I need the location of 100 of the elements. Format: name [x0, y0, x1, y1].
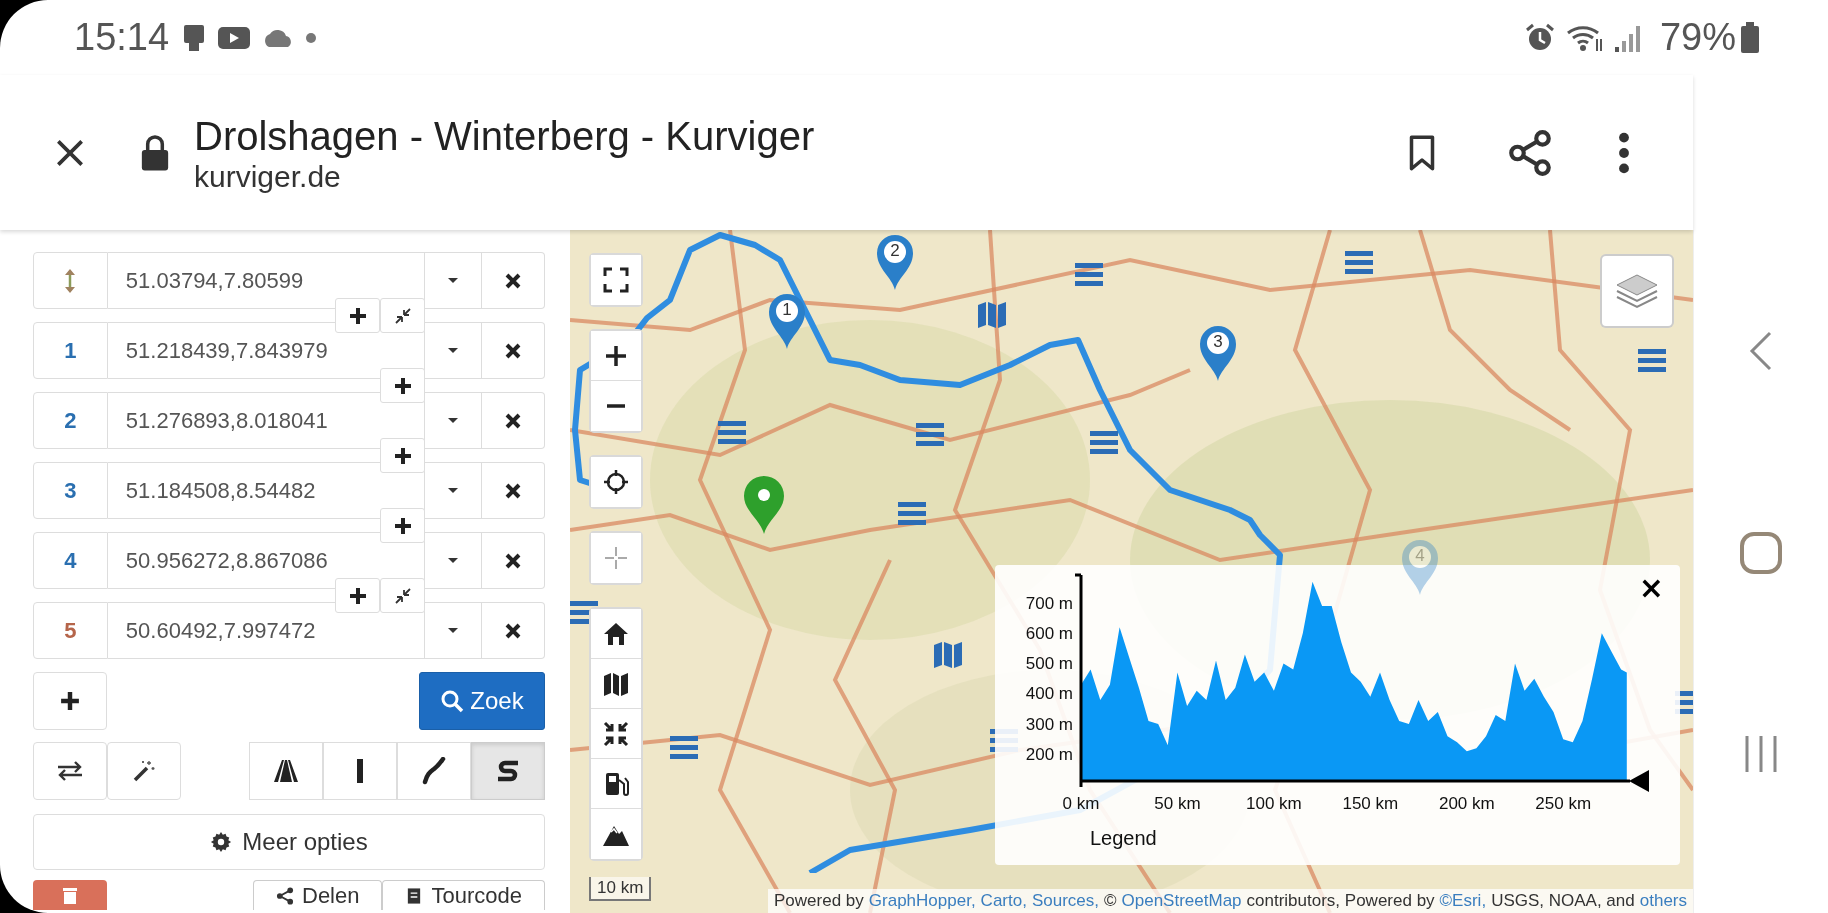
plus-icon	[393, 376, 412, 395]
delete-button[interactable]	[33, 880, 107, 910]
remove-button[interactable]	[482, 462, 545, 519]
menu-bars-icon	[718, 420, 746, 446]
close-icon	[504, 621, 523, 640]
coordinate-field[interactable]: 50.60492,7.997472	[107, 602, 426, 659]
gear-icon	[210, 831, 233, 853]
magic-wand-icon	[132, 759, 156, 783]
tourcode-button[interactable]: Tourcode	[382, 880, 545, 910]
route-type-button[interactable]	[471, 742, 545, 800]
recent-apps-icon[interactable]	[1743, 733, 1779, 774]
attribution-link[interactable]: Sources,	[1031, 891, 1099, 911]
home-button[interactable]	[591, 609, 641, 659]
insert-button[interactable]	[335, 578, 380, 613]
coordinate-field[interactable]: 51.218439,7.843979	[107, 322, 426, 379]
fullscreen-icon	[602, 266, 630, 294]
minus-icon	[606, 404, 626, 408]
menu-bars-icon	[1345, 250, 1373, 276]
zoom-in-button[interactable]	[591, 331, 641, 381]
end-marker-icon[interactable]	[1629, 770, 1649, 792]
more-icon[interactable]	[1617, 130, 1631, 175]
coordinate-field[interactable]: 51.276893,8.018041	[107, 392, 426, 449]
waypoint-number: 4	[33, 532, 108, 589]
axis-tick-label: 100 km	[1246, 794, 1302, 813]
attribution-link[interactable]: ©Esri,	[1439, 891, 1487, 911]
remove-button[interactable]	[482, 392, 545, 449]
waypoint-number: 2	[33, 392, 108, 449]
coordinate-field[interactable]: 50.956272,8.867086	[107, 532, 426, 589]
menu-bars-icon	[1638, 348, 1666, 374]
video-icon	[217, 24, 252, 51]
swap-icon	[56, 761, 84, 781]
attribution-link[interactable]: others	[1639, 891, 1687, 911]
locate-button[interactable]	[591, 457, 641, 507]
caret-icon	[446, 485, 461, 496]
crosshair-icon	[602, 544, 630, 572]
coordinate-field[interactable]: 51.03794,7.80599	[107, 252, 426, 309]
plus-icon	[348, 306, 367, 325]
plus-icon	[393, 446, 412, 465]
route-type-button[interactable]	[323, 742, 397, 800]
attribution-link[interactable]: Carto,	[980, 891, 1027, 911]
attribution-text: USGS, NOAA, and	[1491, 891, 1635, 911]
axis-tick-label: 600 m	[1025, 623, 1073, 643]
close-button[interactable]: ×	[1634, 571, 1668, 605]
caret-icon	[446, 625, 461, 636]
close-icon	[504, 481, 523, 500]
lock-icon	[140, 133, 170, 172]
legend-label[interactable]: Legend	[1090, 827, 1157, 850]
merge-button[interactable]	[380, 298, 425, 333]
layers-button[interactable]	[1600, 254, 1674, 328]
remove-button[interactable]	[482, 252, 545, 309]
remove-button[interactable]	[482, 322, 545, 379]
attribution-link[interactable]: OpenStreetMap	[1121, 891, 1242, 911]
attribution-link[interactable]: GraphHopper,	[868, 891, 976, 911]
plus-icon	[348, 586, 367, 605]
caret-icon	[446, 345, 461, 356]
battery-percentage: 79%	[1659, 16, 1736, 59]
caret-icon	[446, 275, 461, 286]
crosshair-icon	[602, 468, 630, 496]
swap-button[interactable]	[33, 742, 107, 800]
remove-button[interactable]	[482, 532, 545, 589]
search-button[interactable]: Zoek	[419, 672, 545, 730]
page-url: kurviger.de	[194, 159, 342, 194]
merge-button[interactable]	[380, 578, 425, 613]
menu-bars-icon	[1090, 430, 1118, 456]
route-type-button[interactable]	[249, 742, 323, 800]
trash-icon	[61, 885, 79, 905]
drag-handle[interactable]	[33, 252, 108, 309]
axis-tick-label: 500 m	[1025, 654, 1073, 673]
scale-bar: 10 km	[589, 877, 652, 901]
waypoint-number: 5	[33, 602, 108, 659]
attribution-text: contributors, Powered by	[1246, 891, 1435, 911]
dot-icon	[305, 31, 318, 44]
axis-tick-label: 400 m	[1025, 684, 1073, 704]
axis-tick-label: 150 km	[1342, 794, 1399, 813]
fullscreen-button[interactable]	[591, 255, 641, 305]
compress-icon	[602, 719, 630, 748]
insert-button[interactable]	[380, 508, 425, 543]
close-icon	[504, 551, 523, 570]
clock-time: 15:14	[74, 16, 170, 59]
insert-button[interactable]	[380, 368, 425, 403]
coordinate-field[interactable]: 51.184508,8.54482	[107, 462, 426, 519]
caret-icon	[446, 415, 461, 426]
attribution-text: Powered by	[774, 891, 864, 911]
menu-bars-icon	[898, 501, 926, 527]
waypoint-number: 1	[33, 322, 108, 379]
axis-tick-label: 250 km	[1535, 794, 1592, 813]
more-options-button[interactable]: Meer opties	[33, 814, 545, 870]
home-icon[interactable]	[1739, 531, 1783, 576]
road-icon	[273, 757, 299, 785]
share-button[interactable]: Delen	[253, 880, 383, 910]
close-icon	[504, 271, 523, 290]
remove-button[interactable]	[482, 602, 545, 659]
map-pin-icon	[742, 475, 786, 535]
route-type-button[interactable]	[397, 742, 471, 800]
page-title: Drolshagen - Winterberg - Kurviger	[194, 112, 816, 160]
add-waypoint-button[interactable]	[33, 672, 107, 730]
insert-button[interactable]	[380, 438, 425, 473]
search-icon	[440, 689, 465, 713]
axis-tick-label: 300 m	[1025, 714, 1073, 734]
insert-button[interactable]	[335, 298, 380, 333]
